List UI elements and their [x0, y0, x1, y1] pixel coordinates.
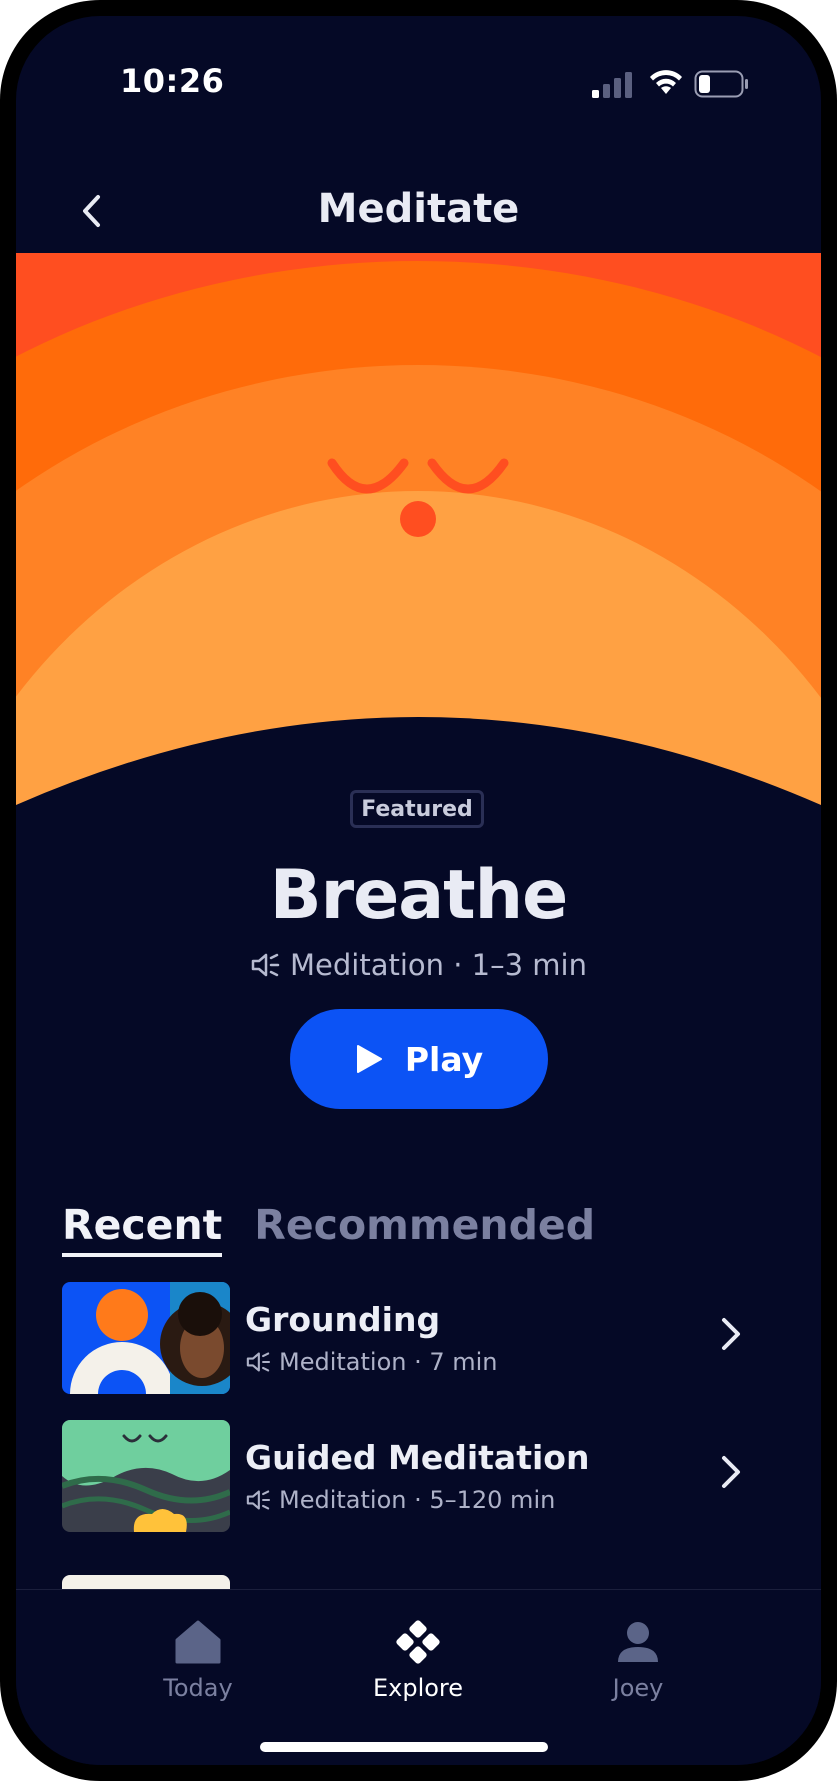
tab-bar-item-profile[interactable]: Joey: [568, 1620, 708, 1702]
hero-illustration: [16, 253, 821, 813]
tab-bar-label: Today: [163, 1674, 233, 1702]
list-item-meta-text: Meditation · 7 min: [279, 1348, 498, 1376]
tab-bar-item-today[interactable]: Today: [128, 1620, 268, 1702]
profile-icon: [618, 1622, 658, 1662]
play-button-label: Play: [404, 1039, 484, 1079]
featured-badge: Featured: [350, 790, 484, 828]
explore-icon: [396, 1620, 440, 1664]
featured-meta-text: Meditation · 1–3 min: [290, 948, 587, 982]
list-item-title: Guided Meditation: [245, 1438, 590, 1477]
list-item-title: Grounding: [245, 1300, 441, 1339]
status-bar: 10:26: [16, 16, 821, 136]
app-screen: 10:26 Meditate Featured Breathe Meditati…: [16, 16, 821, 1765]
play-button[interactable]: Play: [290, 1009, 548, 1109]
battery-icon: [694, 70, 748, 98]
tab-recent[interactable]: Recent: [62, 1201, 223, 1257]
home-indicator[interactable]: [260, 1742, 548, 1752]
guided-meditation-thumbnail: [62, 1420, 230, 1532]
list-item-meta: Meditation · 7 min: [245, 1348, 498, 1376]
tab-bar-item-explore[interactable]: Explore: [348, 1620, 488, 1702]
audio-speaker-icon: [246, 1490, 271, 1510]
list-item[interactable]: Guided Meditation Meditation · 5–120 min: [62, 1420, 782, 1534]
home-icon: [175, 1620, 221, 1664]
session-list: Grounding Meditation · 7 min Guided Medi…: [62, 1282, 782, 1558]
cellular-signal-icon: [592, 72, 632, 98]
featured-title: Breathe: [269, 856, 568, 935]
list-item[interactable]: Grounding Meditation · 7 min: [62, 1282, 782, 1396]
list-item-meta-text: Meditation · 5–120 min: [279, 1486, 556, 1514]
tab-bar-label: Explore: [372, 1674, 464, 1702]
nav-header: Meditate: [16, 176, 821, 256]
audio-speaker-icon: [246, 1352, 271, 1372]
tab-recommended[interactable]: Recommended: [254, 1201, 595, 1261]
chevron-right-icon: [722, 1456, 740, 1488]
list-item-meta: Meditation · 5–120 min: [245, 1486, 555, 1514]
status-time: 10:26: [120, 62, 225, 100]
page-title: Meditate: [317, 186, 520, 232]
grounding-thumbnail: [62, 1282, 230, 1394]
chevron-right-icon: [722, 1318, 740, 1350]
featured-meta: Meditation · 1–3 min: [16, 948, 821, 982]
tab-bar-label: Joey: [612, 1674, 664, 1702]
content-tabs: Recent Recommended: [62, 1201, 595, 1261]
device-frame: 10:26 Meditate Featured Breathe Meditati…: [0, 0, 837, 1781]
play-icon: [356, 1045, 382, 1073]
wifi-icon: [650, 70, 682, 94]
audio-speaker-icon: [251, 953, 280, 977]
bottom-tab-bar: Today Explore Joey: [16, 1589, 821, 1765]
